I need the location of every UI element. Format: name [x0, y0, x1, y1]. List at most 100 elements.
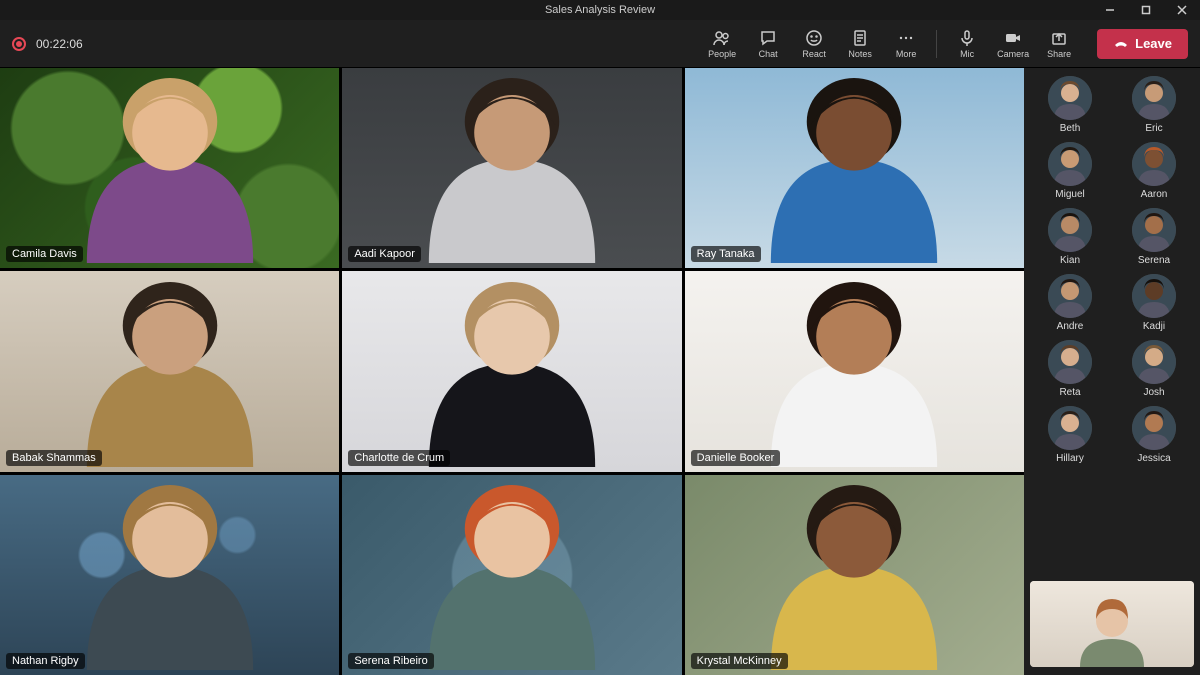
roster-item[interactable]: Miguel: [1030, 142, 1110, 200]
react-label: React: [802, 49, 826, 59]
roster-avatar: [1132, 274, 1176, 318]
roster-name: Beth: [1060, 123, 1081, 134]
camera-icon: [1004, 29, 1022, 47]
phone-hangup-icon: [1113, 36, 1129, 52]
window-minimize-button[interactable]: [1092, 0, 1128, 20]
roster-name: Josh: [1143, 387, 1164, 398]
self-video-preview[interactable]: [1030, 581, 1194, 667]
roster-avatar: [1132, 76, 1176, 120]
participant-name-badge: Danielle Booker: [691, 450, 781, 466]
participant-name-badge: Serena Ribeiro: [348, 653, 433, 669]
roster-avatar: [1048, 142, 1092, 186]
roster-item[interactable]: Josh: [1114, 340, 1194, 398]
roster-name: Serena: [1138, 255, 1170, 266]
roster-avatar: [1048, 340, 1092, 384]
video-tile[interactable]: Charlotte de Crum: [342, 271, 681, 471]
leave-label: Leave: [1135, 36, 1172, 51]
roster-item[interactable]: Hillary: [1030, 406, 1110, 464]
notes-button[interactable]: Notes: [838, 22, 882, 66]
meeting-toolbar: 00:22:06 People Chat React Notes: [0, 20, 1200, 68]
roster-avatar: [1048, 274, 1092, 318]
video-tile[interactable]: Nathan Rigby: [0, 475, 339, 675]
video-tile[interactable]: Danielle Booker: [685, 271, 1024, 471]
roster-name: Reta: [1059, 387, 1080, 398]
roster-name: Kadji: [1143, 321, 1165, 332]
share-icon: [1050, 29, 1068, 47]
roster-item[interactable]: Andre: [1030, 274, 1110, 332]
participant-avatar: [60, 68, 280, 268]
mic-label: Mic: [960, 49, 974, 59]
video-tile[interactable]: Krystal McKinney: [685, 475, 1024, 675]
video-tile[interactable]: Aadi Kapoor: [342, 68, 681, 268]
minimize-icon: [1105, 5, 1115, 15]
participant-video: [60, 475, 280, 675]
people-icon: [713, 29, 731, 47]
notes-icon: [851, 29, 869, 47]
notes-label: Notes: [848, 49, 872, 59]
roster-name: Hillary: [1056, 453, 1084, 464]
window-title: Sales Analysis Review: [545, 4, 655, 16]
share-button[interactable]: Share: [1037, 22, 1081, 66]
roster-item[interactable]: Beth: [1030, 76, 1110, 134]
recording-timer: 00:22:06: [36, 37, 83, 51]
people-label: People: [708, 49, 736, 59]
window-maximize-button[interactable]: [1128, 0, 1164, 20]
camera-label: Camera: [997, 49, 1029, 59]
mic-button[interactable]: Mic: [945, 22, 989, 66]
participant-sidebar: Beth Eric Miguel Aaron Kian Serena And: [1024, 68, 1200, 675]
participant-name-badge: Krystal McKinney: [691, 653, 788, 669]
react-icon: [805, 29, 823, 47]
participant-name-badge: Camila Davis: [6, 246, 83, 262]
more-label: More: [896, 49, 917, 59]
roster-avatar: [1132, 208, 1176, 252]
video-tile[interactable]: Babak Shammas: [0, 271, 339, 471]
video-grid: Camila Davis Aadi Kapoor Ray Tanaka Baba…: [0, 68, 1024, 675]
roster-item[interactable]: Serena: [1114, 208, 1194, 266]
roster-name: Jessica: [1137, 453, 1170, 464]
participant-avatar: [402, 475, 622, 675]
roster-item[interactable]: Eric: [1114, 76, 1194, 134]
roster-avatar: [1048, 76, 1092, 120]
react-button[interactable]: React: [792, 22, 836, 66]
participant-name-badge: Nathan Rigby: [6, 653, 85, 669]
people-button[interactable]: People: [700, 22, 744, 66]
participant-avatar: [744, 475, 964, 675]
participant-name-badge: Babak Shammas: [6, 450, 102, 466]
video-tile[interactable]: Camila Davis: [0, 68, 339, 268]
participant-avatar: [744, 68, 964, 268]
window-close-button[interactable]: [1164, 0, 1200, 20]
chat-button[interactable]: Chat: [746, 22, 790, 66]
leave-button[interactable]: Leave: [1097, 29, 1188, 59]
participant-video: [744, 271, 964, 471]
recording-indicator-icon: [12, 37, 26, 51]
roster-avatar: [1132, 142, 1176, 186]
roster-item[interactable]: Aaron: [1114, 142, 1194, 200]
roster-item[interactable]: Jessica: [1114, 406, 1194, 464]
roster-avatar: [1132, 406, 1176, 450]
maximize-icon: [1141, 5, 1151, 15]
more-button[interactable]: More: [884, 22, 928, 66]
participant-name-badge: Charlotte de Crum: [348, 450, 450, 466]
share-label: Share: [1047, 49, 1071, 59]
roster-name: Kian: [1060, 255, 1080, 266]
video-tile[interactable]: Serena Ribeiro: [342, 475, 681, 675]
participant-video: [402, 271, 622, 471]
roster-item[interactable]: Kian: [1030, 208, 1110, 266]
participant-name-badge: Ray Tanaka: [691, 246, 761, 262]
participant-roster: Beth Eric Miguel Aaron Kian Serena And: [1030, 76, 1194, 464]
roster-item[interactable]: Reta: [1030, 340, 1110, 398]
close-icon: [1177, 5, 1187, 15]
participant-video: [402, 68, 622, 268]
participant-video: [60, 271, 280, 471]
roster-avatar: [1048, 406, 1092, 450]
camera-button[interactable]: Camera: [991, 22, 1035, 66]
more-icon: [897, 29, 915, 47]
roster-name: Eric: [1145, 123, 1162, 134]
mic-icon: [958, 29, 976, 47]
participant-name-badge: Aadi Kapoor: [348, 246, 421, 262]
roster-avatar: [1132, 340, 1176, 384]
video-tile[interactable]: Ray Tanaka: [685, 68, 1024, 268]
roster-item[interactable]: Kadji: [1114, 274, 1194, 332]
chat-icon: [759, 29, 777, 47]
roster-name: Andre: [1057, 321, 1084, 332]
